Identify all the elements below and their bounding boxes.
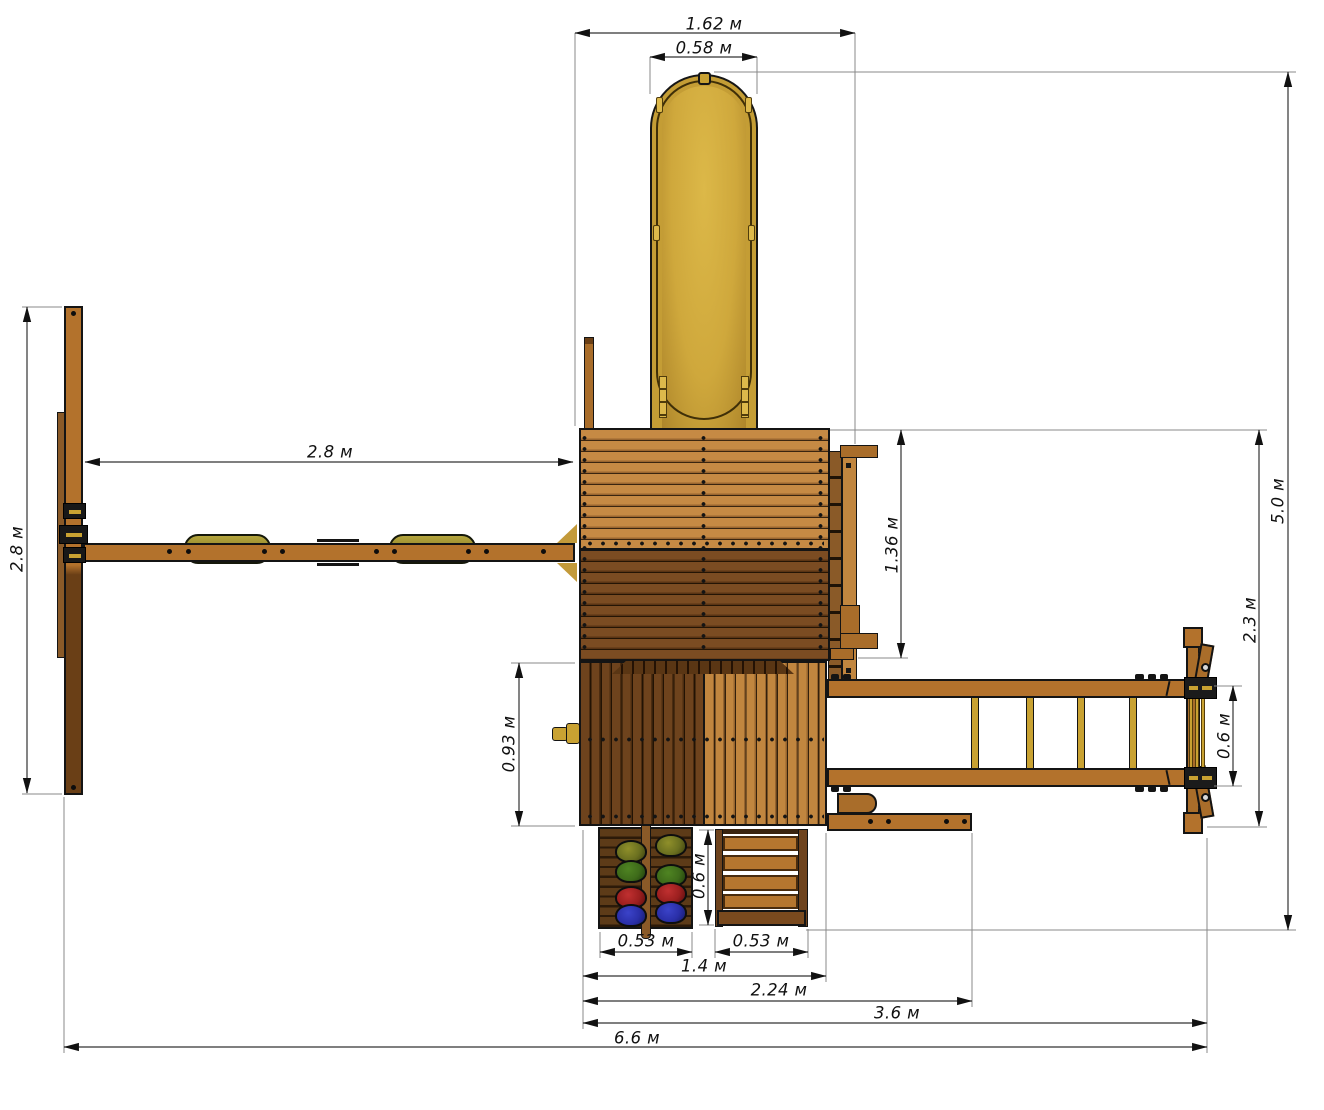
brace-bolt [1201, 793, 1210, 802]
bolt [962, 819, 967, 824]
deck-handle-cap [566, 723, 580, 744]
bolt [484, 549, 489, 554]
dim-label-stairs-run: 0.6 м [690, 853, 709, 899]
climb-panel-tab [830, 648, 854, 660]
dim-label-rockwall-width: 0.53 м [618, 932, 675, 951]
swing-hanger-bracket [63, 503, 86, 519]
rail-bracket [1184, 767, 1217, 789]
bolt [466, 549, 471, 554]
tube-joint-strip [741, 376, 749, 418]
dim-label-overall-depth: 5.0 м [1269, 478, 1288, 524]
dim-label-deck-depth: 0.93 м [500, 716, 519, 773]
dim-label-side-panel-length: 1.36 м [883, 517, 902, 574]
rail-cleat [1148, 786, 1156, 792]
bolt [262, 549, 267, 554]
bolt [71, 785, 76, 790]
tube-top-clip [698, 72, 711, 85]
dim-label-overall-width: 6.6 м [614, 1029, 660, 1048]
dim-label-ladder-extent: 3.6 м [874, 1004, 920, 1023]
ladder-rung-strip [1201, 691, 1205, 767]
swing-hanger-bracket [63, 547, 86, 563]
stair-tread [723, 836, 798, 851]
bolt [541, 549, 546, 554]
ground-support-beam [827, 813, 972, 831]
stair-tread [723, 855, 798, 871]
bolt [944, 819, 949, 824]
bolt [868, 819, 873, 824]
bolt [846, 668, 851, 673]
monkeybar-rail-bottom [827, 768, 1187, 787]
dim-label-beam-extent: 2.24 м [751, 981, 808, 1000]
dim-label-roof-slide-width: 1.62 м [686, 15, 743, 34]
rail-cleat [1160, 786, 1168, 792]
monkeybar-rung [971, 697, 979, 769]
brace-bolt [1201, 663, 1210, 672]
deck-bolt-row [584, 814, 824, 819]
dim-label-stairs-width: 0.53 м [733, 932, 790, 951]
climbing-hold-blue [615, 904, 647, 927]
climb-panel-cap-bottom [840, 633, 878, 649]
beam-gusset [557, 563, 577, 582]
rail-bracket [1184, 677, 1217, 699]
dim-label-deck-width: 1.4 м [681, 957, 727, 976]
tube-rim-tab [748, 225, 755, 241]
tube-joint-strip [659, 376, 667, 418]
rail-cleat [1135, 674, 1144, 680]
ladder-rung-strip [1195, 691, 1199, 767]
monkeybar-rung [1129, 697, 1137, 769]
rail-cleat [843, 674, 851, 680]
bolt [71, 311, 76, 316]
flag-post [584, 337, 594, 429]
dim-label-tube-width: 0.58 м [676, 39, 733, 58]
bolt [846, 463, 851, 468]
tube-slide-rim [656, 80, 752, 420]
beam-gusset [557, 524, 577, 543]
tube-rim-tab [653, 225, 660, 241]
bolt [392, 549, 397, 554]
climbing-hold-olive [655, 834, 687, 857]
monkeybar-rung [1026, 697, 1034, 769]
tube-rim-tab [656, 97, 663, 113]
deck-corner-handle [837, 793, 877, 814]
climb-panel-brace [840, 605, 860, 635]
climb-panel-cap-top [840, 445, 878, 458]
rail-cleat [843, 786, 851, 792]
dim-label-monkeybar-width: 0.6 м [1215, 713, 1234, 759]
lower-deck-left [579, 661, 705, 826]
bolt [186, 549, 191, 554]
rail-cleat [1148, 674, 1156, 680]
monkeybar-rung [1077, 697, 1085, 769]
roof-ridge-bolt-row [584, 541, 824, 546]
ladder-rung-strip [1189, 691, 1193, 767]
dim-label-swing-frame-depth: 2.8 м [8, 526, 27, 572]
rail-cleat [831, 786, 839, 792]
roof-eave [612, 659, 794, 674]
bolt [280, 549, 285, 554]
swing-hanger-bracket [59, 525, 88, 544]
bolt [167, 549, 172, 554]
bolt [374, 549, 379, 554]
lower-deck-right [703, 661, 827, 826]
rail-cleat [831, 674, 839, 680]
rail-cleat [1135, 786, 1144, 792]
stairs-base [717, 910, 806, 926]
climbing-hold-blue [655, 901, 687, 924]
deck-bolt-row [584, 737, 824, 742]
stairs-top-edge [723, 829, 798, 834]
stair-tread [723, 894, 798, 909]
bolt [886, 819, 891, 824]
rail-cleat [1160, 674, 1168, 680]
swing-beam-splice [317, 539, 359, 566]
stair-tread [723, 875, 798, 891]
dim-label-swing-beam-span: 2.8 м [307, 443, 353, 462]
dim-label-monkeybar-end-depth: 2.3 м [1241, 597, 1260, 643]
climbing-hold-green [615, 860, 647, 883]
monkeybar-rail-top [827, 679, 1187, 698]
tube-rim-tab [745, 97, 752, 113]
playground-top-view-drawing: 1.62 м 0.58 м 2.8 м 2.8 м 5.0 м 1.36 м 2… [0, 0, 1324, 1110]
